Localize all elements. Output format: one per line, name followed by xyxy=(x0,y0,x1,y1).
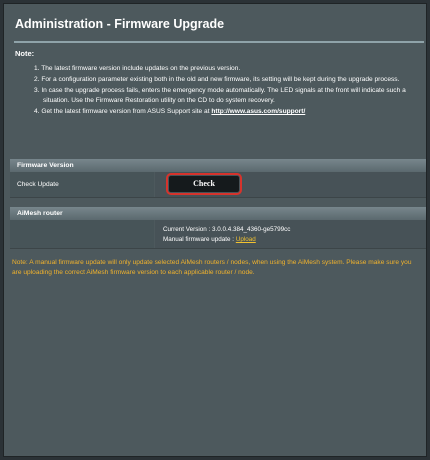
upload-link[interactable]: Upload xyxy=(236,236,256,243)
asus-support-link[interactable]: http://www.asus.com/support/ xyxy=(211,108,305,115)
notes-list: 1. The latest firmware version include u… xyxy=(34,64,412,118)
aimesh-row: Current Version : 3.0.0.4.384_4360-ge579… xyxy=(10,220,426,249)
aimesh-label-cell xyxy=(10,220,154,248)
manual-update-line: Manual firmware update : Upload xyxy=(163,235,290,245)
aimesh-info: Current Version : 3.0.0.4.384_4360-ge579… xyxy=(163,225,290,245)
manual-update-label: Manual firmware update : xyxy=(163,236,236,244)
title-divider xyxy=(14,41,424,43)
note-label: Note: xyxy=(15,49,35,58)
check-button[interactable]: Check xyxy=(166,173,242,195)
check-update-value: Check xyxy=(155,172,426,197)
note-item: 3. In case the upgrade process fails, en… xyxy=(34,87,406,104)
check-update-row: Check Update Check xyxy=(10,172,426,198)
page-title: Administration - Firmware Upgrade xyxy=(15,17,225,31)
note-item: 2. For a configuration parameter existin… xyxy=(34,76,400,84)
aimesh-router-header: AiMesh router xyxy=(10,207,426,220)
check-update-label: Check Update xyxy=(10,172,154,197)
note-item: 1. The latest firmware version include u… xyxy=(34,65,241,72)
note-item: 4. Get the latest firmware version from … xyxy=(34,107,306,115)
aimesh-warning-note: Note: A manual firmware update will only… xyxy=(12,259,412,276)
current-version-text: Current Version : 3.0.0.4.384_4360-ge579… xyxy=(163,226,291,233)
aimesh-value-cell: Current Version : 3.0.0.4.384_4360-ge579… xyxy=(155,220,426,248)
firmware-version-header: Firmware Version xyxy=(10,159,426,172)
